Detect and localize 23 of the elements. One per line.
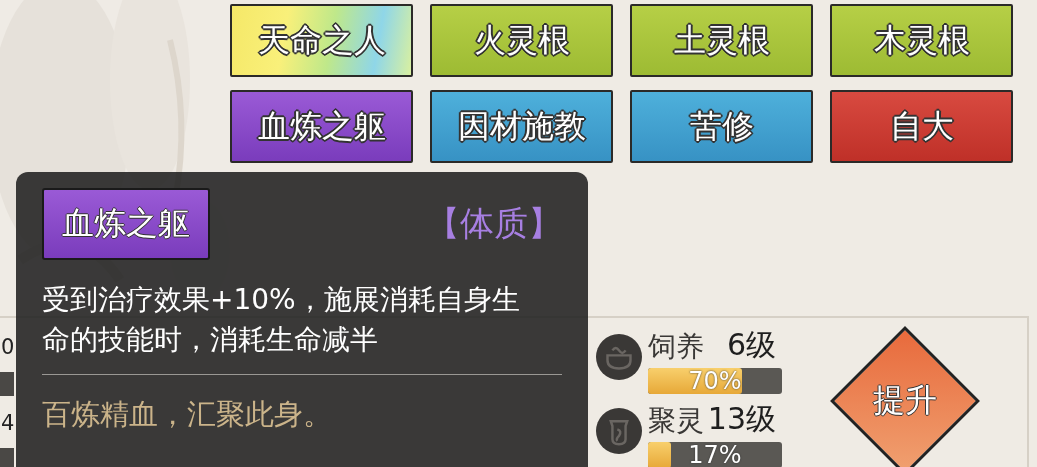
- flavor-text: 百炼精血，汇聚此身。: [42, 396, 332, 433]
- trait-button[interactable]: 土灵根: [630, 4, 813, 77]
- upgrade-button[interactable]: 提升: [829, 326, 980, 467]
- skill-name: 聚灵: [648, 403, 704, 439]
- skill-level: 0: [1, 334, 15, 361]
- trait-button[interactable]: 苦修: [630, 90, 813, 163]
- trait-button[interactable]: 因材施教: [430, 90, 613, 163]
- trait-description: 受到治疗效果+10%，施展消耗自身生命的技能时，消耗生命减半: [42, 282, 521, 358]
- progress-text: 17%: [688, 441, 742, 467]
- skill-level: 13级: [707, 400, 776, 438]
- trait-button[interactable]: 自大: [830, 90, 1013, 163]
- trait-category: 【体质】: [426, 202, 562, 245]
- skill-name: 饲养: [648, 329, 704, 365]
- skill-level: 4: [1, 410, 15, 437]
- progress-text: 70%: [688, 367, 742, 395]
- skill-icon: [596, 334, 642, 380]
- skill-icon: [596, 408, 642, 454]
- trait-button[interactable]: 火灵根: [430, 4, 613, 77]
- skill-level: 6级: [726, 326, 776, 364]
- trait-button[interactable]: 木灵根: [830, 4, 1013, 77]
- trait-button[interactable]: 血炼之躯: [230, 90, 413, 163]
- trait-button[interactable]: 天命之人: [230, 4, 413, 77]
- trait-badge: 血炼之躯: [42, 188, 210, 260]
